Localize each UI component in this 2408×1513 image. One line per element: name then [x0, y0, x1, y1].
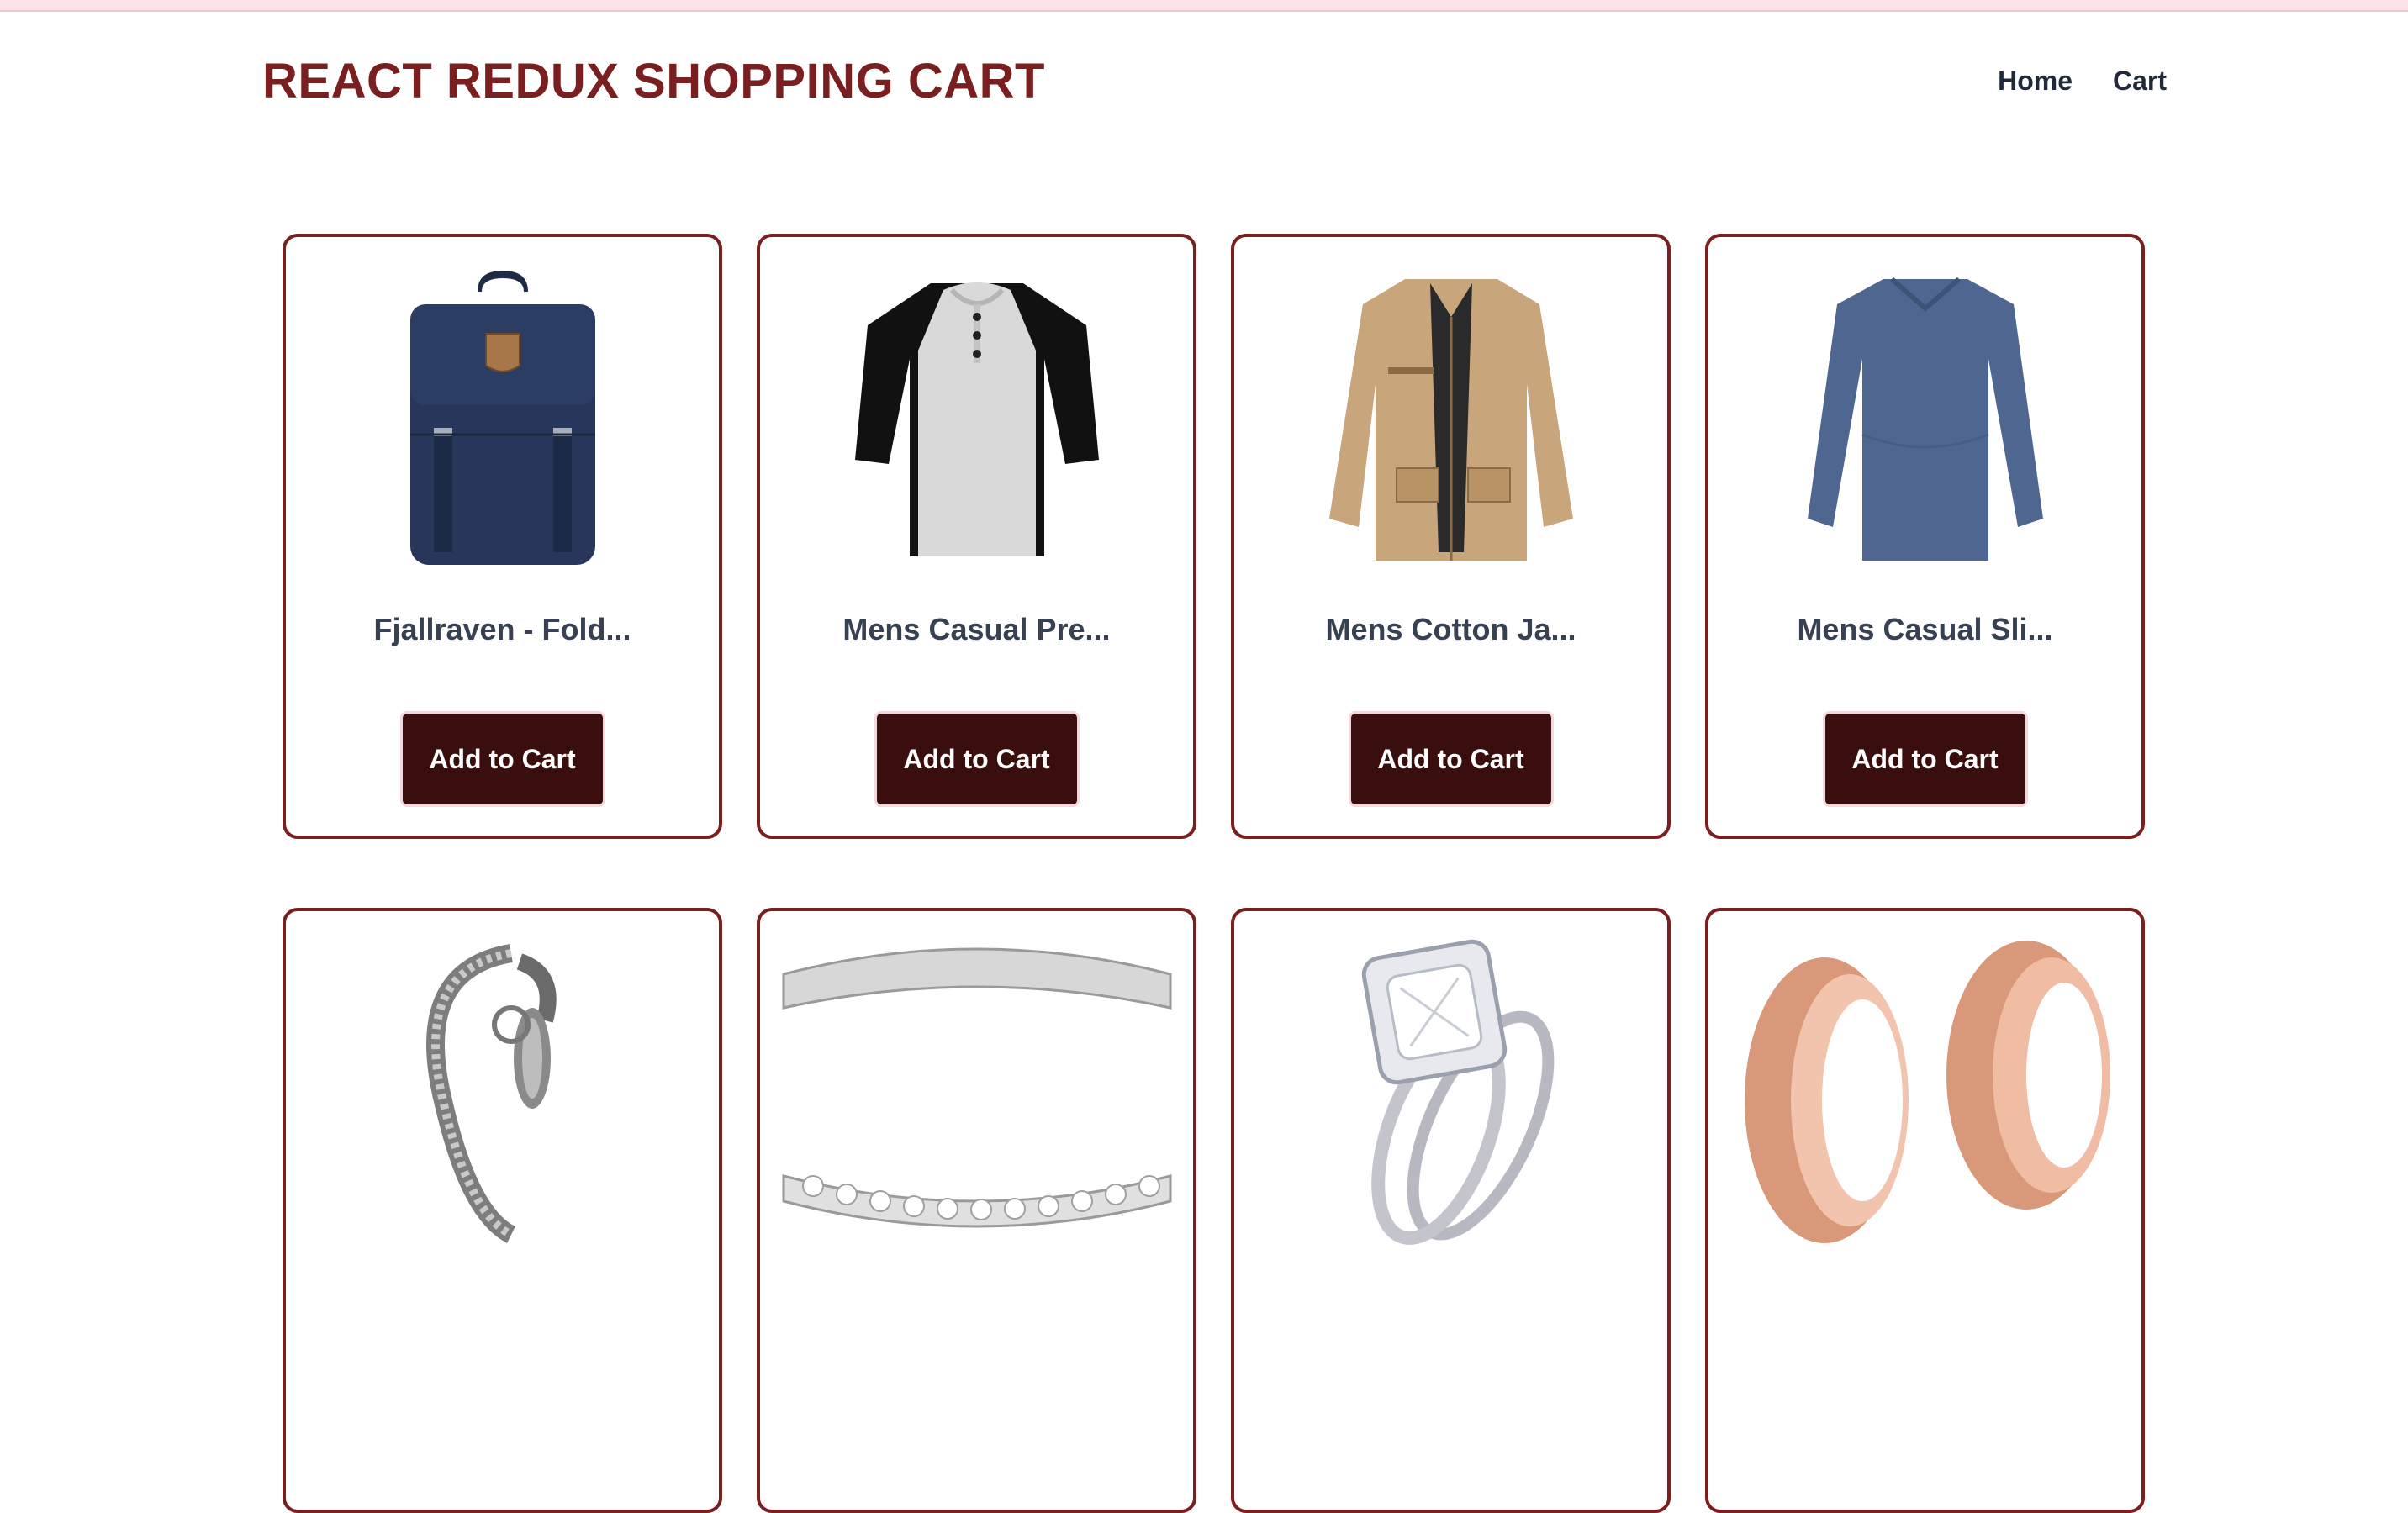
product-title[interactable]: Mens Cotton Ja... [1234, 612, 1667, 647]
product-card: Mens Casual Pre... Add to Cart [757, 234, 1196, 839]
add-to-cart-button[interactable]: Add to Cart [1822, 711, 2028, 807]
site-header: REACT REDUX SHOPPING CART Home Cart [262, 47, 2167, 114]
product-grid: Fjallraven - Fold... Add to Cart Mens Ca… [283, 234, 2146, 1513]
product-image-eternity-ring[interactable] [760, 936, 1193, 1247]
product-card [283, 908, 722, 1513]
product-image-longsleeve[interactable] [1708, 262, 2141, 573]
halo-ring-image [1361, 939, 1554, 1245]
product-card [757, 908, 1196, 1513]
product-image-ear-tunnels[interactable] [1708, 936, 2141, 1247]
nav-home-link[interactable]: Home [1998, 66, 2073, 97]
add-to-cart-button[interactable]: Add to Cart [399, 711, 605, 807]
product-title[interactable]: Mens Casual Sli... [1708, 612, 2141, 647]
product-image-tshirt[interactable] [760, 262, 1193, 573]
product-card: Mens Cotton Ja... Add to Cart [1231, 234, 1671, 839]
eternity-ring-image [782, 947, 1171, 1228]
product-image-backpack[interactable] [286, 262, 719, 573]
add-to-cart-button[interactable]: Add to Cart [1348, 711, 1554, 807]
add-to-cart-button[interactable]: Add to Cart [874, 711, 1080, 807]
product-title[interactable]: Fjallraven - Fold... [286, 612, 719, 647]
product-card: Fjallraven - Fold... Add to Cart [283, 234, 722, 839]
long-sleeve-shirt-image [1807, 277, 2043, 561]
site-logo[interactable]: REACT REDUX SHOPPING CART [262, 53, 1045, 109]
top-accent-bar [0, 0, 2408, 12]
main-nav: Home Cart [1998, 66, 2167, 97]
product-image-bracelet[interactable] [286, 936, 719, 1247]
product-title[interactable]: Mens Casual Pre... [760, 612, 1193, 647]
backpack-image [409, 271, 595, 565]
tshirt-image [854, 282, 1099, 556]
bracelet-image [425, 944, 557, 1243]
product-image-halo-ring[interactable] [1234, 936, 1667, 1247]
ear-tunnels-image [1744, 941, 2110, 1243]
product-card [1705, 908, 2145, 1513]
product-card [1231, 908, 1671, 1513]
nav-cart-link[interactable]: Cart [2113, 66, 2167, 97]
product-image-jacket[interactable] [1234, 262, 1667, 573]
jacket-image [1328, 279, 1573, 561]
product-card: Mens Casual Sli... Add to Cart [1705, 234, 2145, 839]
